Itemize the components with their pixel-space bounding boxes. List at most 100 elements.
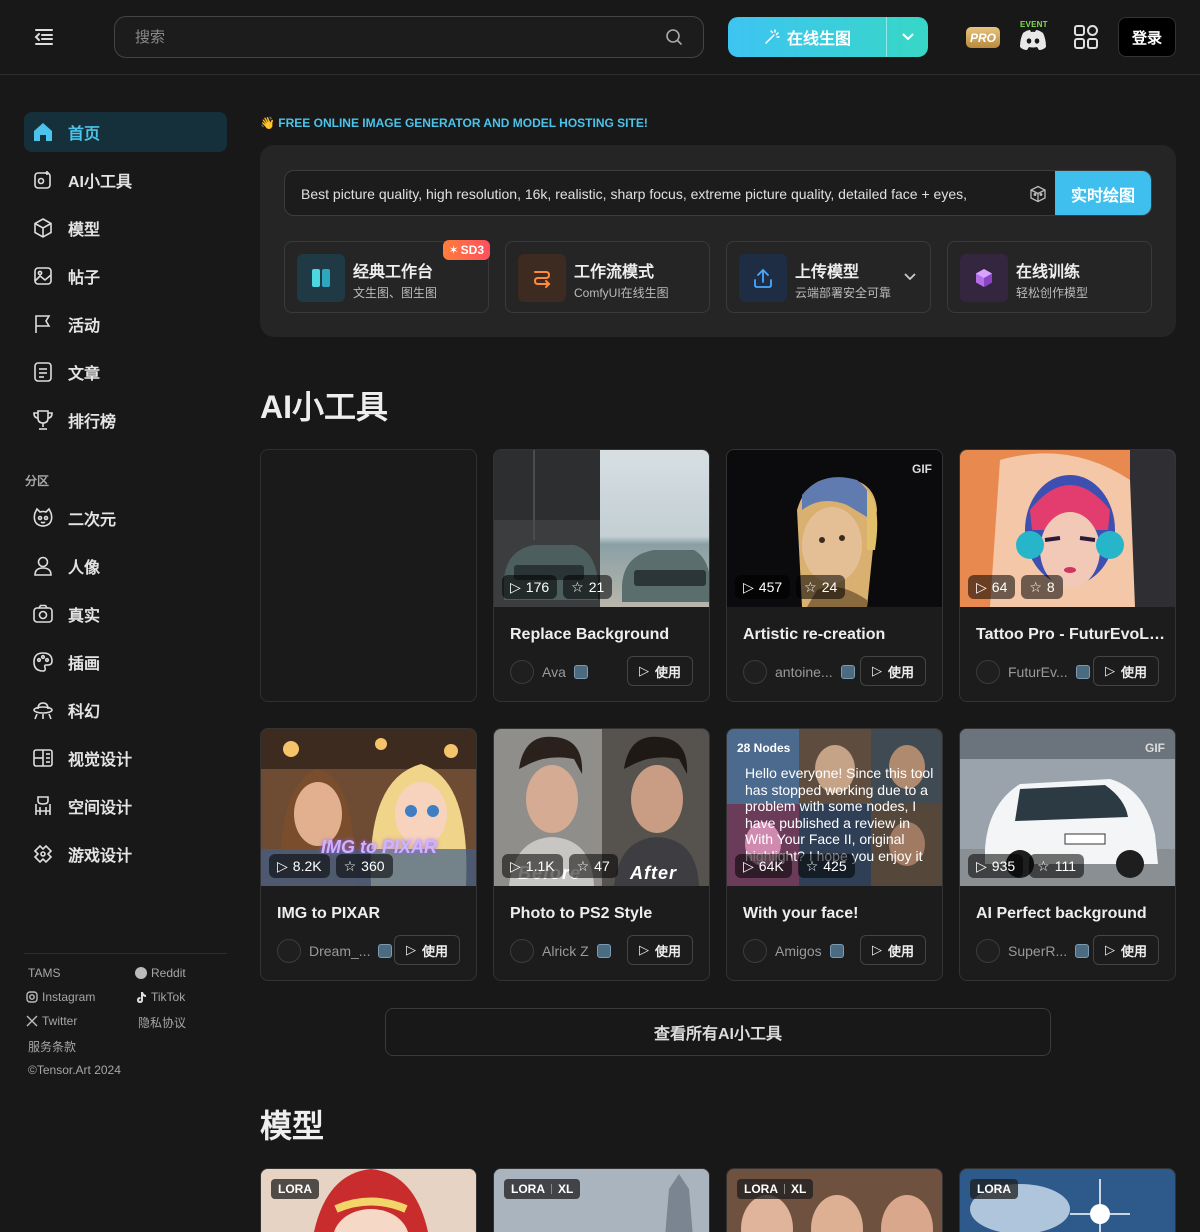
use-tool-button[interactable]: ▷ 使用	[1093, 656, 1159, 686]
tool-stats: ▷ 176 ☆ 21	[502, 575, 613, 599]
generate-main-button[interactable]: 在线生图	[728, 17, 886, 57]
star-icon: ☆	[571, 578, 584, 595]
login-button[interactable]: 登录	[1118, 17, 1176, 57]
view-all-tools-button[interactable]: 查看所有AI小工具	[385, 1008, 1051, 1056]
sidebar-item-label: 排行榜	[68, 414, 117, 431]
tool-author[interactable]: Ava	[510, 660, 588, 684]
quick-action-online-training[interactable]: 在线训练 轻松创作模型	[947, 241, 1152, 313]
star-icon: ☆	[1037, 857, 1050, 874]
tool-author[interactable]: Alrick Z	[510, 939, 611, 963]
sidebar-item-models[interactable]: 模型	[24, 208, 227, 248]
sidebar-item-events[interactable]: 活动	[24, 304, 227, 344]
search-icon[interactable]	[665, 28, 683, 46]
tool-title[interactable]: With your face!	[743, 905, 933, 923]
tool-card[interactable]: GIF ▷ 935 ☆ 111 AI Perfect background Supe…	[959, 728, 1176, 981]
sd3-badge: ✶ SD3	[442, 240, 490, 260]
nodes-badge: 28 Nodes	[737, 741, 791, 755]
sidebar-item-anime[interactable]: 二次元	[24, 498, 227, 538]
quick-action-classic-workbench[interactable]: 经典工作台 文生图、图生图 ✶ SD3	[284, 240, 490, 313]
tool-title[interactable]: Replace Background	[510, 626, 700, 644]
author-badge-icon	[1075, 665, 1090, 679]
use-tool-button[interactable]: ▷ 使用	[627, 935, 693, 965]
realtime-draw-button[interactable]: 实时绘图	[1055, 171, 1151, 215]
footer-link-privacy[interactable]: 隐私协议	[138, 1014, 186, 1031]
use-tool-button[interactable]: ▷ 使用	[860, 935, 926, 965]
prompt-text[interactable]: Best picture quality, high resolution, 1…	[301, 186, 1021, 202]
quick-action-workflow[interactable]: 工作流模式 ComfyUI在线生图	[505, 241, 710, 313]
tool-title[interactable]: Photo to PS2 Style	[510, 905, 700, 923]
avatar	[510, 939, 534, 963]
sidebar-item-illustration[interactable]: 插画	[24, 642, 227, 682]
sidebar-item-ai-tools[interactable]: AI小工具	[24, 160, 227, 200]
online-generate-button[interactable]: 在线生图	[728, 17, 928, 57]
tool-title[interactable]: Tattoo Pro - FuturEvoLab	[976, 626, 1166, 644]
footer-link-tams[interactable]: TAMS	[28, 966, 60, 980]
tool-title[interactable]: Artistic re-creation	[743, 626, 933, 644]
tool-card[interactable]: ▷ 64 ☆ 8 Tattoo Pro - FuturEvoLab FuturEv.…	[959, 449, 1176, 702]
footer-link-instagram[interactable]: Instagram	[26, 990, 95, 1004]
tool-thumbnail: IMG to PIXAR ▷ 8.2K ☆ 360	[261, 729, 476, 886]
avatar	[277, 939, 301, 963]
quick-action-title: 工作流模式	[574, 264, 655, 281]
tool-card[interactable]: ▷ 176 ☆ 21 Replace Background Ava ▷ 使用	[493, 449, 710, 702]
use-tool-button[interactable]: ▷ 使用	[394, 935, 460, 965]
runs-count: ▷ 935	[968, 854, 1024, 878]
tool-title[interactable]: IMG to PIXAR	[277, 905, 467, 923]
model-card[interactable]: LORA	[959, 1168, 1176, 1232]
gif-badge: GIF	[1145, 741, 1165, 755]
tool-card[interactable]: Before After ▷1.1K ☆47 Photo to PS2 Styl…	[493, 728, 710, 981]
sidebar-item-realistic[interactable]: 真实	[24, 594, 227, 634]
random-prompt-icon[interactable]	[1029, 185, 1047, 203]
sidebar-item-scifi[interactable]: 科幻	[24, 690, 227, 730]
tool-thumbnail: GIF ▷ 457 ☆ 24	[727, 450, 942, 607]
sidebar-item-home[interactable]: 首页	[24, 112, 227, 152]
tool-author[interactable]: Dream_...	[277, 939, 393, 963]
sidebar-item-posts[interactable]: 帖子	[24, 256, 227, 296]
prompt-input[interactable]: Best picture quality, high resolution, 1…	[284, 170, 1152, 216]
sidebar-item-game-design[interactable]: 游戏设计	[24, 834, 227, 874]
search-box[interactable]	[114, 16, 704, 58]
use-tool-button[interactable]: ▷ 使用	[860, 656, 926, 686]
model-card[interactable]: LORA XL	[493, 1168, 710, 1232]
play-icon: ▷	[1104, 663, 1115, 678]
sidebar-item-label: 人像	[68, 560, 101, 577]
pro-badge[interactable]: PRO	[966, 27, 1000, 48]
footer-link-twitter[interactable]: Twitter	[26, 1014, 77, 1028]
quick-action-subtitle: 文生图、图生图	[353, 286, 438, 300]
author-name: Alrick Z	[542, 943, 589, 959]
tool-card[interactable]: 28 Nodes Hello everyone! Since this tool…	[726, 728, 943, 981]
sidebar-item-label: 插画	[68, 656, 101, 673]
menu-toggle-icon[interactable]	[32, 26, 56, 48]
sidebar-item-leaderboard[interactable]: 排行榜	[24, 400, 227, 440]
model-card[interactable]: LORA	[260, 1168, 477, 1232]
magic-wand-icon	[765, 29, 780, 44]
tool-author[interactable]: Amigos	[743, 939, 844, 963]
star-icon: ☆	[343, 857, 357, 874]
sidebar-item-space-design[interactable]: 空间设计	[24, 786, 227, 826]
footer-link-tiktok[interactable]: TikTok	[135, 990, 185, 1004]
footer-link-reddit[interactable]: Reddit	[135, 966, 186, 980]
event-discord-button[interactable]: EVENT	[1018, 20, 1050, 52]
model-card[interactable]: LORA XL	[726, 1168, 943, 1232]
tool-author[interactable]: SuperR...	[976, 939, 1090, 963]
use-tool-button[interactable]: ▷ 使用	[1093, 935, 1159, 965]
stars-value: 8	[1046, 579, 1055, 595]
footer-link-terms[interactable]: 服务条款	[28, 1038, 76, 1055]
model-type-tag: LORA	[271, 1179, 319, 1199]
chevron-down-icon[interactable]	[904, 273, 916, 281]
tool-card[interactable]: IMG to PIXAR ▷ 8.2K ☆ 360 IMG to PIXAR Dre…	[260, 728, 477, 981]
sidebar-item-visual-design[interactable]: 视觉设计	[24, 738, 227, 778]
tool-card[interactable]: GIF ▷ 457 ☆ 24 Artistic re-creation antoin…	[726, 449, 943, 702]
tool-title[interactable]: AI Perfect background	[976, 905, 1166, 923]
search-input[interactable]	[135, 28, 665, 46]
generate-dropdown-button[interactable]	[886, 17, 928, 57]
sidebar-item-portrait[interactable]: 人像	[24, 546, 227, 586]
quick-action-upload-model[interactable]: 上传模型 云端部署安全可靠	[726, 241, 931, 313]
avatar	[743, 939, 767, 963]
tool-author[interactable]: FuturEv...	[976, 660, 1090, 684]
use-tool-button[interactable]: ▷ 使用	[627, 656, 693, 686]
tool-author[interactable]: antoine...	[743, 660, 855, 684]
sidebar-item-articles[interactable]: 文章	[24, 352, 227, 392]
footer-link-label: TikTok	[151, 990, 186, 1004]
apps-grid-icon[interactable]	[1073, 24, 1099, 50]
